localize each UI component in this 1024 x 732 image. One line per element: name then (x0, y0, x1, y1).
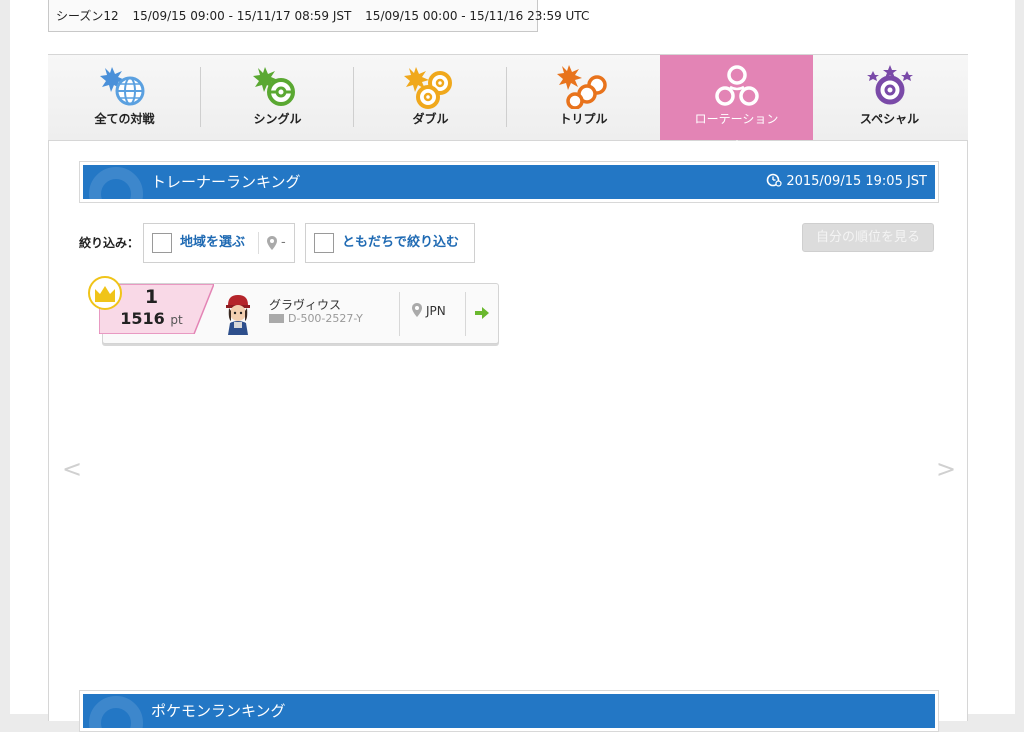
header-bar: トレーナーランキング 2015/09/15 19:05 JST (83, 165, 935, 199)
tab-triple[interactable]: トリプル (507, 55, 660, 140)
season-info: シーズン12 15/09/15 09:00 - 15/11/17 08:59 J… (48, 0, 589, 32)
player-detail-button[interactable] (466, 292, 496, 336)
location-pin-icon (412, 303, 422, 317)
tab-label: シングル (253, 112, 302, 126)
id-card-icon (269, 314, 284, 323)
player-id: D-500-2527-Y (269, 312, 363, 325)
region-filter[interactable]: 地域を選ぶ - (143, 223, 295, 263)
pokeball-watermark-icon (89, 167, 143, 199)
pokeball-watermark-icon (89, 696, 143, 728)
friends-checkbox[interactable] (314, 233, 334, 253)
friends-filter-label: ともだちで絞り込む (342, 235, 460, 250)
battle-type-tabs: 全ての対戦 シングル ダブル トリプル ローテーション スペシャル (48, 54, 968, 148)
single-battle-icon (252, 67, 295, 106)
crown-icon (88, 276, 122, 310)
region-value: - (281, 235, 286, 250)
points-unit: pt (170, 313, 183, 327)
tab-rotation[interactable]: ローテーション (660, 55, 813, 148)
divider (399, 292, 400, 336)
tab-label: ローテーション (694, 112, 779, 126)
location-pin-icon (267, 236, 277, 250)
tab-label: スペシャル (859, 112, 920, 126)
player-id-text: D-500-2527-Y (288, 312, 363, 325)
pokemon-ranking-header: ポケモンランキング (79, 690, 939, 732)
prev-arrow[interactable]: < (62, 455, 82, 483)
tab-label: 全ての対戦 (94, 112, 155, 126)
refresh-clock-icon (767, 173, 782, 187)
tab-double[interactable]: ダブル (354, 55, 507, 140)
friends-filter[interactable]: ともだちで絞り込む (305, 223, 475, 263)
all-battles-icon (99, 67, 144, 106)
season-period-jst: 15/09/15 09:00 - 15/11/17 08:59 JST (132, 9, 352, 23)
player-country: JPN (426, 304, 446, 318)
special-battle-icon (866, 65, 913, 105)
rank-points: 1516 pt (99, 309, 204, 328)
tab-special[interactable]: スペシャル (813, 55, 966, 140)
next-arrow[interactable]: > (936, 455, 956, 483)
points-value: 1516 (120, 309, 165, 328)
tab-single[interactable]: シングル (201, 55, 354, 140)
filter-label: 絞り込み： (79, 236, 140, 250)
season-period-utc: 15/09/15 00:00 - 15/11/16 23:59 UTC (365, 9, 590, 23)
divider (258, 232, 259, 254)
section-title: トレーナーランキング (151, 173, 301, 191)
tab-label: トリプル (559, 112, 608, 126)
season-name: シーズン12 (56, 9, 119, 23)
trainer-avatar (226, 295, 250, 335)
triple-battle-icon (556, 65, 607, 109)
rotation-battle-icon (714, 65, 759, 106)
player-name: グラヴィウス (269, 298, 342, 312)
section-title: ポケモンランキング (151, 702, 286, 720)
tab-label: ダブル (412, 112, 449, 126)
header-bar: ポケモンランキング (83, 694, 935, 728)
tab-all-battles[interactable]: 全ての対戦 (48, 55, 201, 140)
trainer-ranking-header: トレーナーランキング 2015/09/15 19:05 JST (79, 161, 939, 203)
my-rank-button[interactable]: 自分の順位を見る (802, 223, 934, 252)
double-battle-icon (403, 67, 452, 109)
region-checkbox[interactable] (152, 233, 172, 253)
update-time: 2015/09/15 19:05 JST (766, 165, 927, 199)
update-time-text: 2015/09/15 19:05 JST (786, 174, 927, 189)
arrow-right-icon (475, 307, 489, 319)
region-filter-label: 地域を選ぶ (180, 235, 246, 250)
